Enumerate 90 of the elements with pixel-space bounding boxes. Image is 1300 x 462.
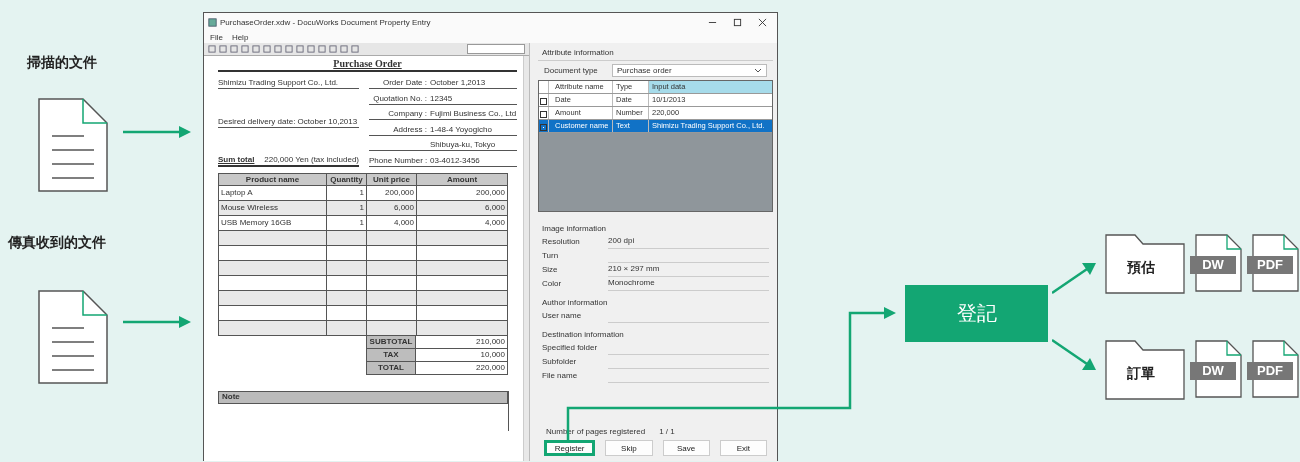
- table-cell: Mouse Wireless: [218, 201, 326, 215]
- file-type-label: DW: [1190, 256, 1236, 274]
- field-value: Shibuya-ku, Tokyo: [430, 140, 496, 150]
- action-button[interactable]: Exit: [719, 440, 767, 456]
- document-icon: [38, 98, 108, 192]
- source-label: 傳真收到的文件: [8, 234, 106, 252]
- total-label: TOTAL: [366, 362, 416, 375]
- field-value: Monochrome: [608, 275, 769, 291]
- action-button[interactable]: Skip: [605, 440, 653, 456]
- field-value: 1-48-4 Yoyogicho: [430, 124, 492, 134]
- file-type-label: DW: [1190, 362, 1236, 380]
- window-title: PurchaseOrder.xdw - DocuWorks Document Property Entry: [220, 17, 432, 27]
- column-header: Product name: [218, 174, 326, 185]
- arrow: [1052, 338, 1096, 370]
- table-cell: 6,000: [416, 201, 508, 215]
- table-cell: USB Memory 16GB: [218, 216, 326, 230]
- document-field: Desired delivery date: October 10,2013: [218, 115, 359, 128]
- table-cell: 1: [326, 216, 366, 230]
- total-value: 220,000: [416, 362, 508, 375]
- section-title: Author information: [542, 298, 609, 307]
- document-icon: [38, 290, 108, 384]
- page-number-field[interactable]: [467, 44, 525, 54]
- pages-value: 1 / 1: [659, 427, 675, 436]
- total-label: TAX: [366, 349, 416, 362]
- arrow: [123, 126, 191, 138]
- menu-item[interactable]: File: [210, 32, 223, 42]
- total-value: 10,000: [416, 349, 508, 362]
- sum-total-label: Sum total: [218, 155, 255, 164]
- highlighted-button[interactable]: Register: [544, 440, 596, 456]
- table-cell: 1: [326, 186, 366, 200]
- register-step: 登記: [905, 285, 1048, 342]
- field-label: Order Date :: [382, 78, 427, 87]
- caret-icon: [754, 67, 762, 74]
- action-button[interactable]: Save: [662, 440, 710, 456]
- section-title: Image information: [542, 224, 608, 233]
- total-label: SUBTOTAL: [366, 336, 416, 349]
- menu-item[interactable]: Help: [231, 32, 249, 42]
- document-title: Purchase Order: [218, 58, 517, 72]
- document-type-dropdown[interactable]: Purchase order: [612, 64, 767, 77]
- field-value: Fujimi Business Co., Ltd: [430, 109, 517, 119]
- field-label: Color: [542, 278, 563, 288]
- close-icon: [758, 17, 767, 27]
- total-value: 210,000: [416, 336, 508, 349]
- field-value: 03-4012-3456: [430, 155, 480, 165]
- field-label: Specified folder: [542, 342, 599, 352]
- checkbox[interactable]: [540, 97, 547, 105]
- field-value: 12345: [430, 93, 453, 103]
- app-icon: [208, 17, 217, 27]
- field-label: Turn: [542, 250, 560, 260]
- field-label: Resolution: [542, 236, 581, 246]
- field-label: Phone Number :: [369, 155, 427, 165]
- folder-label: 預估: [1127, 259, 1155, 277]
- table-cell: 200,000: [366, 186, 416, 200]
- field-label: Address :: [392, 124, 427, 134]
- table-cell: 6,000: [366, 201, 416, 215]
- sum-total-value: 220,000 Yen (tax included): [264, 155, 359, 164]
- field-label: Subfolder: [542, 356, 578, 366]
- scrollbar[interactable]: [523, 56, 529, 461]
- column-header: Amount: [416, 174, 508, 185]
- file-type-label: PDF: [1247, 256, 1293, 274]
- checkbox[interactable]: [540, 110, 547, 118]
- folder-icon: [1105, 340, 1185, 400]
- column-header: Quantity: [326, 174, 366, 185]
- table-cell: 4,000: [416, 216, 508, 230]
- field-label: Company :: [387, 109, 427, 119]
- tab[interactable]: Attribute information: [538, 45, 773, 61]
- arrow: [123, 316, 191, 328]
- section-title: Destination information: [542, 330, 625, 339]
- document-field: Shimizu Trading Support Co., Ltd.: [218, 77, 359, 89]
- table-cell: 1: [326, 201, 366, 215]
- column-header: Unit price: [366, 174, 416, 185]
- field-label: Document type: [544, 66, 599, 75]
- field-label: Size: [542, 264, 559, 274]
- source-label: 掃描的文件: [27, 54, 97, 72]
- field-value: October 1,2013: [430, 78, 486, 87]
- folder-label: 訂單: [1127, 365, 1155, 383]
- field-label: User name: [542, 310, 583, 320]
- note-label: Note: [218, 391, 508, 404]
- table-cell: Laptop A: [218, 186, 326, 200]
- table-cell: 200,000: [416, 186, 508, 200]
- arrow: [1052, 263, 1096, 295]
- folder-icon: [1105, 234, 1185, 294]
- file-type-label: PDF: [1247, 362, 1293, 380]
- maximize-icon: [733, 17, 742, 27]
- table-cell: 4,000: [366, 216, 416, 230]
- checkbox[interactable]: [540, 123, 547, 131]
- field-value: 200 dpi: [608, 233, 769, 249]
- field-label: File name: [542, 370, 579, 380]
- field-label: Quotation No. :: [372, 93, 427, 103]
- field-value: 210 × 297 mm: [608, 261, 769, 277]
